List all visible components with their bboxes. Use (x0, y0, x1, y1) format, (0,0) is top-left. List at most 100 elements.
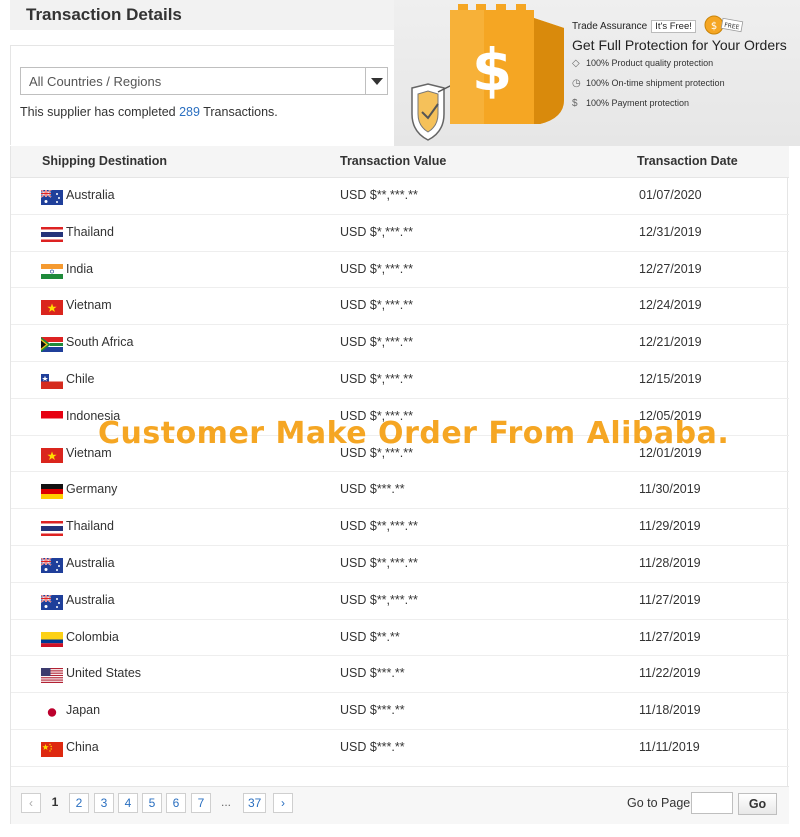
page-1: 1 (51, 795, 59, 809)
header-transaction-date: Transaction Date (637, 154, 738, 168)
transaction-date-cell: 01/07/2020 (639, 188, 702, 202)
table-row: China USD $***.** 11/11/2019 (11, 730, 789, 767)
page-3[interactable]: 3 (94, 793, 114, 813)
pagination-ellipsis: ... (220, 795, 231, 809)
page-title: Transaction Details (26, 5, 182, 24)
shield-logo-icon: $ (411, 4, 564, 141)
indonesia-flag-icon (41, 410, 63, 426)
transaction-value-cell: USD $**,***.** (340, 592, 418, 607)
shipping-destination-cell: China (66, 740, 99, 754)
germany-flag-icon (41, 484, 63, 500)
transaction-value-cell: USD $***.** (340, 666, 405, 681)
table-row: Vietnam USD $*,***.** 12/24/2019 (11, 288, 789, 326)
vietnam-flag-icon (41, 447, 63, 463)
thailand-flag-icon (41, 521, 63, 537)
caret-down-icon (371, 78, 383, 85)
transaction-date-cell: 12/24/2019 (639, 298, 702, 313)
table-row: Australia USD $**,***.** 01/07/2020 (11, 178, 789, 215)
page-5[interactable]: 5 (142, 793, 162, 813)
region-select-value: All Countries / Regions (29, 74, 162, 89)
svg-text:$: $ (472, 36, 512, 104)
next-page-button[interactable]: › (273, 793, 293, 813)
table-row: Thailand USD $*,***.** 12/31/2019 (11, 215, 789, 252)
transaction-value-cell: USD $**,***.** (340, 188, 418, 202)
header-transaction-value: Transaction Value (340, 154, 447, 168)
transaction-date-cell: 12/21/2019 (639, 335, 702, 350)
completed-transactions-text: This supplier has completed 289 Transact… (20, 105, 278, 119)
shipping-destination-cell: India (66, 261, 94, 276)
goto-page-input[interactable] (691, 792, 733, 814)
transaction-value-cell: USD $**,***.** (340, 519, 418, 534)
table-row: Australia USD $**,***.** 11/28/2019 (11, 546, 789, 583)
filter-panel (10, 45, 394, 145)
table-row: United States USD $***.** 11/22/2019 (11, 656, 789, 694)
table-row: Colombia USD $**.** 11/27/2019 (11, 620, 789, 657)
shipping-destination-cell: Germany (66, 482, 118, 497)
japan-flag-icon (41, 705, 63, 721)
shipping-destination-cell: Australia (66, 188, 115, 202)
shipping-destination-cell: Vietnam (66, 298, 112, 313)
table-row: Japan USD $***.** 11/18/2019 (11, 693, 789, 730)
table-row: Thailand USD $**,***.** 11/29/2019 (11, 509, 789, 546)
page-2[interactable]: 2 (69, 793, 89, 813)
united-states-flag-icon (41, 668, 63, 684)
shipping-destination-cell: Thailand (66, 224, 114, 239)
transaction-value-cell: USD $*,***.** (340, 372, 413, 386)
transaction-date-cell: 11/30/2019 (639, 482, 701, 497)
goto-page-label: Go to Page (627, 796, 691, 810)
dropdown-arrow-button[interactable] (365, 68, 387, 94)
transaction-date-cell: 11/27/2019 (639, 592, 701, 607)
table-row: Australia USD $**,***.** 11/27/2019 (11, 583, 789, 620)
overlay-caption: Customer Make Order From Alibaba. (98, 416, 730, 451)
table-row: Chile USD $*,***.** 12/15/2019 (11, 362, 789, 399)
transaction-date-cell: 11/11/2019 (639, 740, 700, 754)
transaction-value-cell: USD $**,***.** (340, 556, 418, 570)
dollar-icon: $ (572, 98, 578, 109)
feature-shipment: ◷ 100% On-time shipment protection (572, 78, 725, 89)
header-shipping-destination: Shipping Destination (42, 154, 167, 168)
page-7[interactable]: 7 (191, 793, 211, 813)
page-6[interactable]: 6 (166, 793, 186, 813)
shipping-destination-cell: Australia (66, 556, 115, 570)
chile-flag-icon (41, 374, 63, 389)
thailand-flag-icon (41, 226, 63, 242)
table-row: South Africa USD $*,***.** 12/21/2019 (11, 325, 789, 362)
vietnam-flag-icon (41, 300, 63, 316)
trade-assurance-label: Trade Assurance It's Free! (572, 20, 696, 33)
transaction-date-cell: 12/27/2019 (639, 261, 702, 276)
svg-text:FREE: FREE (724, 22, 740, 32)
free-ribbon-icon: $ FREE (704, 15, 744, 35)
page-4[interactable]: 4 (118, 793, 138, 813)
table-header: Shipping Destination Transaction Value T… (11, 146, 789, 178)
transaction-count-link[interactable]: 289 (179, 105, 200, 119)
india-flag-icon (41, 263, 63, 279)
transaction-date-cell: 11/22/2019 (639, 666, 701, 681)
transaction-value-cell: USD $**.** (340, 629, 400, 644)
transaction-date-cell: 11/29/2019 (639, 519, 701, 534)
table-row: Germany USD $***.** 11/30/2019 (11, 472, 789, 510)
transactions-table: Shipping Destination Transaction Value T… (10, 146, 789, 824)
trade-assurance-banner[interactable]: $ Trade Assurance It's Free! $ FREE Get F… (394, 0, 800, 146)
transaction-date-cell: 12/31/2019 (639, 224, 702, 239)
australia-flag-icon (41, 594, 63, 610)
transaction-value-cell: USD $*,***.** (340, 261, 413, 276)
go-button[interactable]: Go (738, 793, 777, 815)
banner-headline: Get Full Protection for Your Orders (572, 37, 787, 53)
australia-flag-icon (41, 558, 63, 573)
prev-page-button[interactable]: ‹ (21, 793, 41, 813)
region-select[interactable]: All Countries / Regions (20, 67, 388, 95)
shipping-destination-cell: Australia (66, 592, 115, 607)
south-africa-flag-icon (41, 337, 63, 353)
transaction-value-cell: USD $*,***.** (340, 224, 413, 239)
shipping-destination-cell: Thailand (66, 519, 114, 534)
transaction-date-cell: 11/18/2019 (639, 703, 701, 718)
shipping-destination-cell: Colombia (66, 629, 119, 644)
table-row: India USD $*,***.** 12/27/2019 (11, 252, 789, 289)
diamond-icon: ◇ (572, 58, 580, 69)
shipping-destination-cell: United States (66, 666, 142, 681)
page-last[interactable]: 37 (243, 793, 267, 813)
feature-payment: $100% Payment protection (572, 98, 690, 109)
transaction-value-cell: USD $*,***.** (340, 335, 413, 350)
shipping-destination-cell: Chile (66, 372, 95, 386)
feature-quality: ◇ 100% Product quality protection (572, 58, 714, 69)
